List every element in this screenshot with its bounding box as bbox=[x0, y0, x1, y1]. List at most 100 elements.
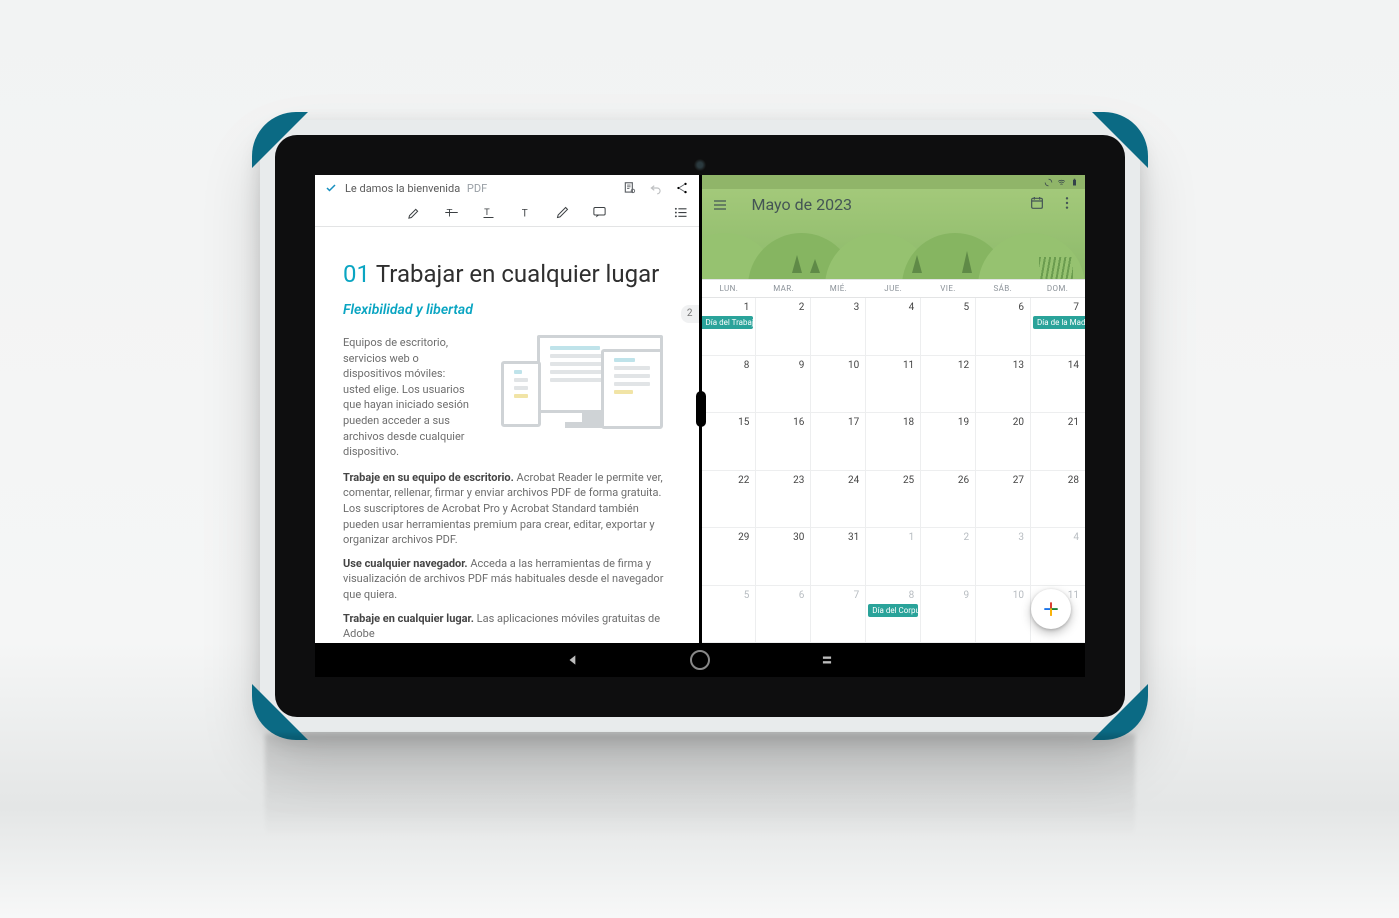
day-number: 11 bbox=[903, 360, 914, 371]
recents-button[interactable] bbox=[820, 653, 834, 667]
calendar-cell[interactable]: 2 bbox=[920, 528, 975, 585]
day-number: 15 bbox=[738, 417, 749, 428]
calendar-cell[interactable]: 9 bbox=[920, 586, 975, 643]
tablet-bezel: Le damos la bienvenida PDF T T T bbox=[275, 135, 1125, 717]
calendar-cell[interactable]: 1Día del Trabajo bbox=[702, 298, 756, 355]
calendar-cell[interactable]: 5 bbox=[920, 298, 975, 355]
dayname: SÁB. bbox=[975, 280, 1030, 297]
day-number: 5 bbox=[744, 590, 750, 601]
add-event-fab[interactable] bbox=[1031, 589, 1071, 629]
paragraph: Trabaje en su equipo de escritorio. Acro… bbox=[343, 470, 671, 548]
calendar-month-title[interactable]: Mayo de 2023 bbox=[752, 195, 853, 214]
list-icon[interactable] bbox=[674, 205, 689, 220]
calendar-cell[interactable]: 31 bbox=[810, 528, 865, 585]
svg-text:T: T bbox=[484, 207, 490, 218]
document-title: Le damos la bienvenida PDF bbox=[345, 182, 615, 195]
tablet-device: Le damos la bienvenida PDF T T T bbox=[260, 120, 1140, 732]
calendar-cell[interactable]: 1 bbox=[865, 528, 920, 585]
undo-icon[interactable] bbox=[649, 181, 663, 195]
day-number: 21 bbox=[1068, 417, 1079, 428]
dayname: MAR. bbox=[756, 280, 811, 297]
day-number: 5 bbox=[963, 302, 969, 313]
day-number: 23 bbox=[793, 475, 804, 486]
dayname: DOM. bbox=[1030, 280, 1085, 297]
day-number: 22 bbox=[738, 475, 749, 486]
calendar-cell[interactable]: 27 bbox=[975, 471, 1030, 528]
calendar-cell[interactable]: 15 bbox=[702, 413, 756, 470]
draw-icon[interactable] bbox=[555, 205, 570, 220]
calendar-cell[interactable]: 22 bbox=[702, 471, 756, 528]
day-number: 8 bbox=[909, 590, 915, 601]
day-number: 9 bbox=[799, 360, 805, 371]
calendar-header: Mayo de 2023 bbox=[702, 189, 1086, 279]
calendar-cell[interactable]: 13 bbox=[975, 356, 1030, 413]
calendar-cell[interactable]: 6 bbox=[975, 298, 1030, 355]
calendar-cell[interactable]: 24 bbox=[810, 471, 865, 528]
today-icon[interactable] bbox=[1029, 195, 1045, 211]
calendar-cell[interactable]: 14 bbox=[1030, 356, 1085, 413]
back-button[interactable] bbox=[566, 653, 580, 667]
calendar-cell[interactable]: 4 bbox=[865, 298, 920, 355]
calendar-event[interactable]: Día del Corpus bbox=[868, 604, 918, 617]
calendar-cell[interactable]: 2 bbox=[755, 298, 810, 355]
calendar-cell[interactable]: 6 bbox=[755, 586, 810, 643]
calendar-cell[interactable]: 29 bbox=[702, 528, 756, 585]
calendar-cell[interactable]: 19 bbox=[920, 413, 975, 470]
dayname: JUE. bbox=[866, 280, 921, 297]
calendar-cell[interactable]: 11 bbox=[865, 356, 920, 413]
underline-icon[interactable]: T bbox=[481, 205, 496, 220]
calendar-cell[interactable]: 17 bbox=[810, 413, 865, 470]
more-vert-icon[interactable] bbox=[1059, 195, 1075, 211]
calendar-cell[interactable]: 7Día de la Madre bbox=[1030, 298, 1085, 355]
calendar-cell[interactable]: 23 bbox=[755, 471, 810, 528]
calendar-grid[interactable]: 1Día del Trabajo234567Día de la Madre891… bbox=[702, 298, 1086, 643]
calendar-cell[interactable]: 30 bbox=[755, 528, 810, 585]
calendar-cell[interactable]: 10 bbox=[975, 586, 1030, 643]
text-tool-icon[interactable]: T bbox=[518, 205, 533, 220]
calendar-week: 8 9 10 11 12 13 14 bbox=[702, 356, 1086, 414]
highlighter-icon[interactable] bbox=[407, 205, 422, 220]
calendar-cell[interactable]: 10 bbox=[810, 356, 865, 413]
calendar-week: 56 7 8 Día del Corpus 9 10 11 bbox=[702, 586, 1086, 644]
pdf-app: Le damos la bienvenida PDF T T T bbox=[315, 175, 702, 643]
calendar-cell[interactable]: 4 bbox=[1030, 528, 1085, 585]
day-number: 11 bbox=[1068, 590, 1079, 601]
calendar-cell[interactable]: 25 bbox=[865, 471, 920, 528]
calendar-cell[interactable]: 18 bbox=[865, 413, 920, 470]
calendar-week: 15 1617181920 21 bbox=[702, 413, 1086, 471]
calendar-cell[interactable]: 28 bbox=[1030, 471, 1085, 528]
day-number: 13 bbox=[1013, 360, 1024, 371]
home-button[interactable] bbox=[690, 650, 710, 670]
search-icon[interactable] bbox=[623, 181, 637, 195]
calendar-cell[interactable]: 9 bbox=[755, 356, 810, 413]
status-bar bbox=[702, 175, 1086, 189]
pdf-document-body[interactable]: 2 01 Trabajar en cualquier lugar Flexibi… bbox=[315, 227, 699, 643]
calendar-cell[interactable]: 8 bbox=[702, 356, 756, 413]
calendar-cell[interactable]: 3 bbox=[810, 298, 865, 355]
menu-icon[interactable] bbox=[712, 197, 728, 213]
checkmark-icon bbox=[325, 182, 337, 194]
header-scene bbox=[702, 223, 1086, 279]
calendar-cell[interactable]: 26 bbox=[920, 471, 975, 528]
day-number: 9 bbox=[963, 590, 969, 601]
calendar-cell[interactable]: 3 bbox=[975, 528, 1030, 585]
day-number: 7 bbox=[854, 590, 860, 601]
calendar-cell[interactable]: 16 bbox=[755, 413, 810, 470]
day-number: 10 bbox=[1013, 590, 1024, 601]
calendar-cell[interactable]: 12 bbox=[920, 356, 975, 413]
strikethrough-icon[interactable]: T bbox=[444, 205, 459, 220]
calendar-cell[interactable]: 8 Día del Corpus bbox=[865, 586, 920, 643]
dayname: LUN. bbox=[702, 280, 757, 297]
day-number: 1 bbox=[909, 532, 915, 543]
calendar-cell[interactable]: 20 bbox=[975, 413, 1030, 470]
calendar-event[interactable]: Día del Trabajo bbox=[702, 316, 754, 329]
calendar-week: 293031 1234 bbox=[702, 528, 1086, 586]
devices-illustration bbox=[493, 335, 671, 430]
split-divider-handle[interactable] bbox=[696, 391, 706, 427]
calendar-cell[interactable]: 5 bbox=[702, 586, 756, 643]
calendar-event[interactable]: Día de la Madre bbox=[1033, 316, 1085, 329]
share-icon[interactable] bbox=[675, 181, 689, 195]
calendar-cell[interactable]: 21 bbox=[1030, 413, 1085, 470]
calendar-cell[interactable]: 7 bbox=[810, 586, 865, 643]
comment-icon[interactable] bbox=[592, 205, 607, 220]
